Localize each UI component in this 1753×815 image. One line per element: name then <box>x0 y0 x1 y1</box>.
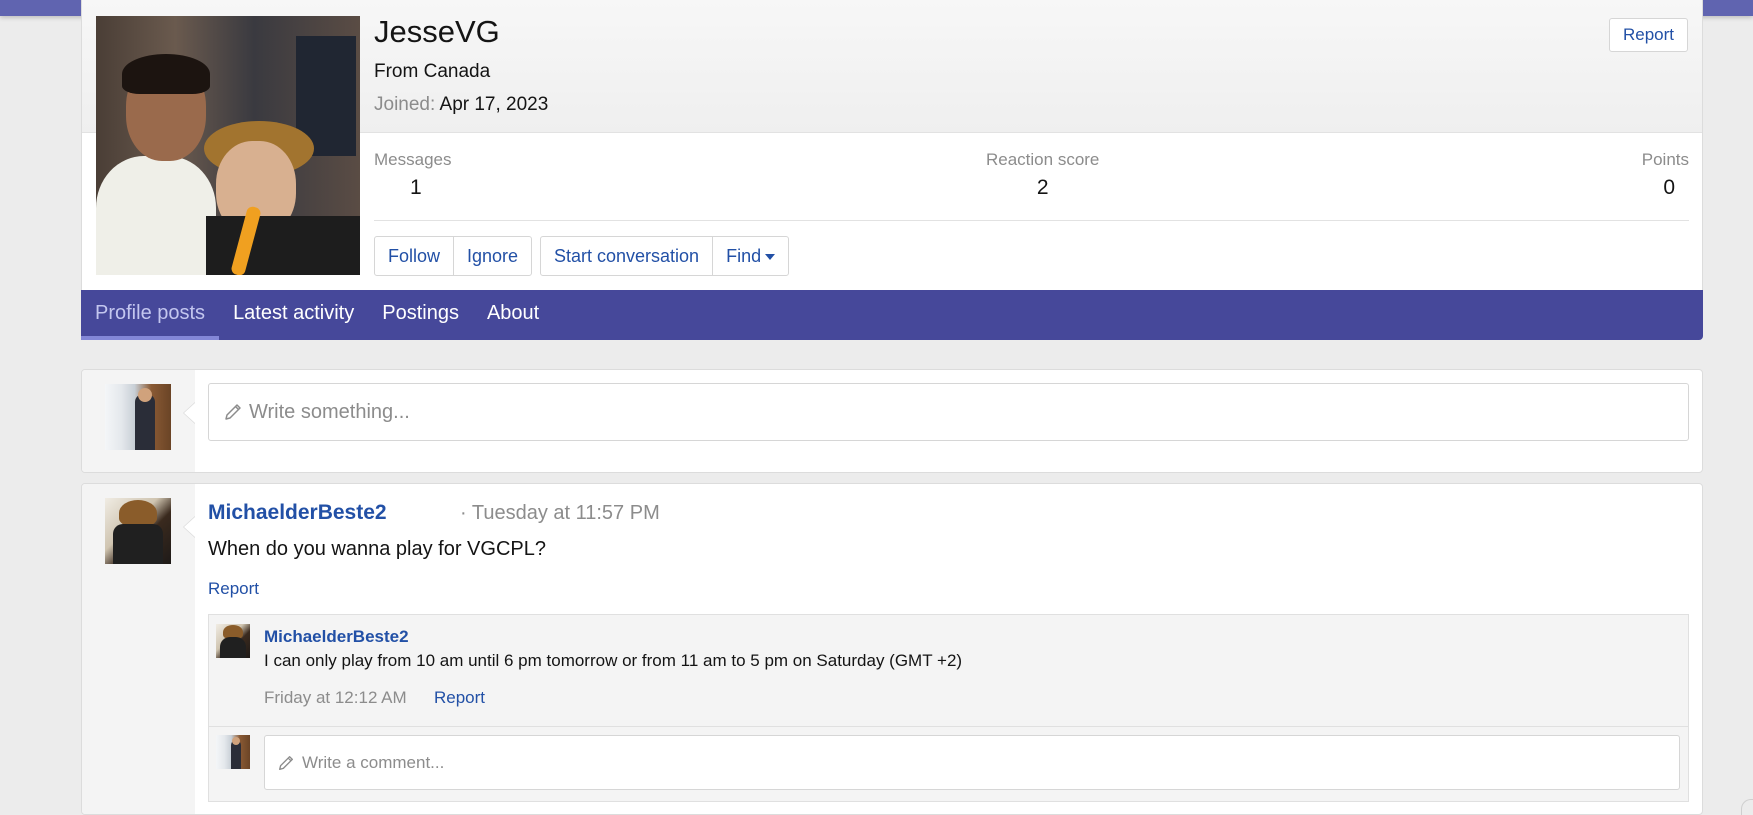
comment-author-avatar[interactable] <box>216 624 250 658</box>
find-label: Find <box>726 246 762 266</box>
post-author-link[interactable]: MichaelderBeste2 <box>208 501 387 525</box>
comment-body: I can only play from 10 am until 6 pm to… <box>264 651 963 670</box>
comment-author-link[interactable]: MichaelderBeste2 <box>264 627 409 647</box>
post-arrow <box>183 516 195 538</box>
stat-messages-value: 1 <box>410 176 422 199</box>
joined-date: Apr 17, 2023 <box>439 94 549 115</box>
stat-points[interactable]: Points 0 <box>1642 150 1689 200</box>
profile-joined: Joined: Apr 17, 2023 <box>374 94 548 116</box>
follow-button[interactable]: Follow <box>375 237 455 275</box>
stat-reaction-label: Reaction score <box>986 150 1100 169</box>
profile-tabs: Profile posts Latest activity Postings A… <box>81 290 1703 340</box>
profile-post: MichaelderBeste2 · Tuesday at 11:57 PM W… <box>81 483 1703 815</box>
composer-arrow <box>183 402 195 424</box>
follow-ignore-group: Follow Ignore <box>374 236 533 276</box>
tab-profile-posts[interactable]: Profile posts <box>81 290 220 340</box>
caret-down-icon <box>765 254 776 261</box>
find-menu-button[interactable]: Find <box>713 237 788 275</box>
post-report-link[interactable]: Report <box>208 579 259 599</box>
write-comment-placeholder: Write a comment... <box>302 753 445 772</box>
profile-card: JesseVG From Canada Joined: Apr 17, 2023… <box>81 0 1703 340</box>
tab-about[interactable]: About <box>473 290 553 340</box>
current-user-avatar[interactable] <box>105 384 171 450</box>
joined-label: Joined: <box>374 94 436 115</box>
pencil-icon <box>225 404 241 420</box>
post-author-avatar[interactable] <box>105 498 171 564</box>
comments-section: MichaelderBeste2 I can only play from 10… <box>208 614 1689 802</box>
pencil-icon <box>279 756 293 770</box>
stats-divider <box>374 220 1689 221</box>
profile-avatar[interactable] <box>96 16 360 275</box>
comment-divider <box>209 726 1688 727</box>
stat-points-label: Points <box>1641 150 1689 169</box>
conversation-find-group: Start conversation Find <box>540 236 790 276</box>
scrollbar-corner[interactable] <box>1741 799 1753 815</box>
profile-location: From Canada <box>374 61 491 82</box>
start-conversation-button[interactable]: Start conversation <box>541 237 714 275</box>
profile-username: JesseVG <box>374 14 500 49</box>
write-comment-input[interactable]: Write a comment... <box>264 735 1680 790</box>
stat-reaction-score[interactable]: Reaction score 2 <box>986 150 1099 200</box>
report-profile-button[interactable]: Report <box>1608 18 1688 52</box>
comment-report-link[interactable]: Report <box>434 688 485 708</box>
current-user-comment-avatar[interactable] <box>216 735 250 769</box>
post-time[interactable]: · Tuesday at 11:57 PM <box>460 502 660 525</box>
tab-postings[interactable]: Postings <box>368 290 473 340</box>
stat-messages[interactable]: Messages 1 <box>374 150 451 200</box>
write-something-input[interactable]: Write something... <box>208 383 1689 441</box>
stat-messages-label: Messages <box>374 150 452 169</box>
ignore-button[interactable]: Ignore <box>454 237 531 275</box>
write-something-placeholder: Write something... <box>249 401 410 423</box>
tab-latest-activity[interactable]: Latest activity <box>219 290 368 340</box>
stat-points-value: 0 <box>1663 176 1675 199</box>
profile-post-composer: Write something... <box>81 369 1703 473</box>
comment-time[interactable]: Friday at 12:12 AM <box>264 688 407 708</box>
stat-reaction-value: 2 <box>1036 176 1049 199</box>
post-body: When do you wanna play for VGCPL? <box>208 538 546 560</box>
